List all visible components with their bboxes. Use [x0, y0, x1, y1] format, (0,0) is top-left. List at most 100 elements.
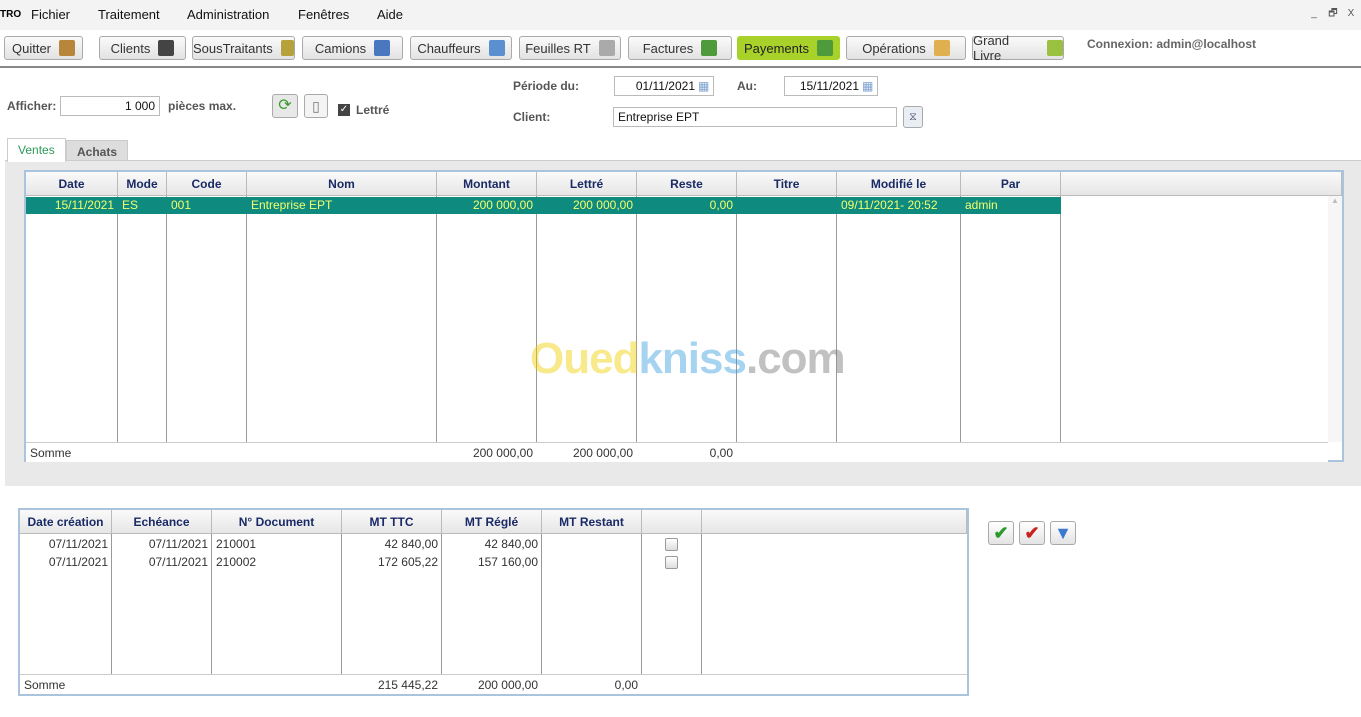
toolbar-payements-button[interactable]: Payements [737, 36, 840, 60]
column-header[interactable]: N° Document [212, 510, 342, 534]
folder-icon [933, 40, 950, 56]
ventes-table: Date Mode Code Nom Montant Lettré Reste Titre Mo… [24, 170, 1344, 462]
toolbar-label: Chauffeurs [417, 40, 481, 56]
toolbar-soustraitants-button[interactable]: SousTraitants [192, 36, 295, 60]
toolbar-label: Opérations [862, 40, 926, 56]
sheet-clock-icon [598, 40, 615, 56]
column-header[interactable]: Lettré [537, 172, 637, 196]
new-document-button[interactable]: ▯ [304, 94, 328, 118]
row-checkbox[interactable] [665, 556, 678, 569]
column-header[interactable]: Reste [637, 172, 737, 196]
cell: 09/11/2021- 20:52 [841, 198, 938, 212]
column-header[interactable] [642, 510, 702, 534]
calendar-icon[interactable]: ▦ [862, 79, 873, 93]
column-divider [701, 534, 702, 694]
menu-fichier[interactable]: Fichier [31, 7, 70, 22]
cell: Entreprise EPT [251, 198, 333, 212]
cell: 157 160,00 [477, 555, 538, 569]
toolbar-camions-button[interactable]: Camions [302, 36, 403, 60]
column-divider [536, 196, 537, 462]
sum-cell: 215 445,22 [377, 678, 438, 692]
close-button[interactable]: X [1344, 7, 1358, 21]
toolbar-quitter-button[interactable]: Quitter [4, 36, 83, 60]
column-header[interactable]: Nom [247, 172, 437, 196]
check-red-icon: ✔ [1024, 523, 1040, 543]
column-header[interactable]: Modifié le [837, 172, 961, 196]
column-header[interactable]: MT TTC [342, 510, 442, 534]
cell: ES [122, 198, 139, 212]
column-header[interactable]: Code [167, 172, 247, 196]
toolbar-grand-livre-button[interactable]: Grand Livre [972, 33, 1064, 63]
refresh-button[interactable]: ⟳ [272, 94, 298, 118]
documents-table: Date création Echéance N° Document MT TTC MT… [18, 508, 969, 696]
column-header[interactable]: MT Réglé [442, 510, 542, 534]
toolbar-clients-button[interactable]: Clients [99, 36, 186, 60]
column-divider [636, 196, 637, 462]
filter-client-button[interactable]: ⧖ [903, 106, 923, 128]
arrow-down-icon: ▼ [1054, 523, 1072, 543]
menu-administration[interactable]: Administration [187, 7, 269, 22]
toolbar-factures-button[interactable]: Factures [628, 36, 732, 60]
invoice-icon [701, 40, 718, 56]
client-input[interactable]: Entreprise EPT [613, 107, 897, 127]
sum-cell: 0,00 [709, 446, 733, 460]
sum-cell: 200 000,00 [572, 446, 633, 460]
column-header[interactable]: Mode [118, 172, 167, 196]
column-divider [736, 196, 737, 462]
lettre-checkbox[interactable]: ✓ [338, 104, 350, 116]
header-filler [1061, 172, 1342, 196]
column-header[interactable]: Date création [20, 510, 112, 534]
cell: admin [965, 198, 998, 212]
column-header[interactable]: Par [961, 172, 1061, 196]
cell: 07/11/2021 [148, 555, 208, 569]
column-divider [436, 196, 437, 462]
minimize-button[interactable]: _ [1307, 7, 1321, 21]
toolbar-chauffeurs-button[interactable]: Chauffeurs [410, 36, 512, 60]
toolbar-feuilles-rt-button[interactable]: Feuilles RT [519, 36, 621, 60]
menu-bar: TRO Fichier Traitement Administration Fe… [0, 0, 1361, 30]
cell: 42 840,00 [484, 537, 538, 551]
connexion-status: Connexion: admin@localhost [1087, 37, 1257, 51]
restore-button[interactable]: 🗗 [1326, 7, 1340, 21]
toolbar-label: Payements [743, 40, 810, 56]
column-divider [246, 196, 247, 462]
column-divider [960, 196, 961, 462]
periode-label: Période du: [513, 79, 580, 93]
table-row[interactable]: 15/11/2021 ES 001 Entreprise EPT 200 000,00 2… [26, 197, 1061, 214]
row-checkbox[interactable] [665, 538, 678, 551]
pieces-label: pièces max. [168, 99, 237, 113]
arrow-down-button[interactable]: ▼ [1050, 521, 1076, 545]
calendar-icon[interactable]: ▦ [698, 79, 709, 93]
menu-fenetres[interactable]: Fenêtres [298, 7, 349, 22]
toolbar-label: Quitter [11, 40, 51, 56]
toolbar-label: SousTraitants [193, 40, 273, 56]
column-header[interactable]: Titre [737, 172, 837, 196]
check-red-button[interactable]: ✔ [1019, 521, 1045, 545]
afficher-input[interactable]: 1 000 [60, 96, 160, 116]
toolbar-label: Factures [642, 40, 694, 56]
cell: 07/11/2021 [148, 537, 208, 551]
cell: 07/11/2021 [48, 555, 108, 569]
sum-cell: 200 000,00 [477, 678, 538, 692]
column-header[interactable]: Montant [437, 172, 537, 196]
menu-traitement[interactable]: Traitement [98, 7, 160, 22]
toolbar-opérations-button[interactable]: Opérations [846, 36, 966, 60]
column-header[interactable]: MT Restant [542, 510, 642, 534]
au-label: Au: [737, 79, 757, 93]
payment-icon [817, 40, 834, 56]
cell: 07/11/2021 [48, 537, 108, 551]
lettre-label: Lettré [356, 103, 390, 117]
column-divider [117, 196, 118, 462]
divider [0, 66, 1361, 68]
users-icon [280, 40, 294, 56]
vertical-scrollbar[interactable]: ▲ [1328, 196, 1342, 442]
truck-icon [374, 40, 391, 56]
check-green-button[interactable]: ✔ [988, 521, 1014, 545]
user-icon [158, 40, 175, 56]
tab-ventes[interactable]: Ventes [7, 138, 66, 162]
column-divider [166, 196, 167, 462]
column-header[interactable]: Echéance [112, 510, 212, 534]
column-header[interactable]: Date [26, 172, 118, 196]
menu-aide[interactable]: Aide [377, 7, 403, 22]
cell: 0,00 [709, 198, 733, 212]
